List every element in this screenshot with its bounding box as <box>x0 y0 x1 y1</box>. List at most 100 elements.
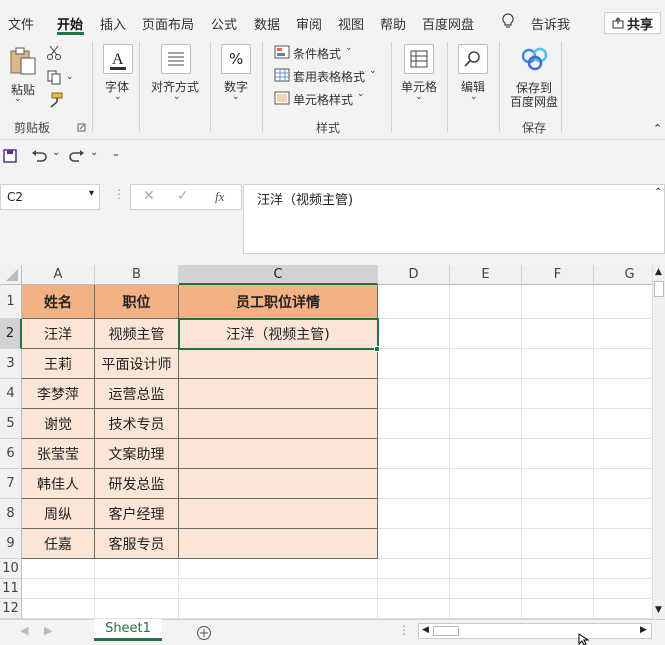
name-box[interactable]: C2 ▾ <box>0 184 100 210</box>
cell-b6[interactable]: 文案助理 <box>95 439 179 469</box>
cell-b7[interactable]: 研发总监 <box>95 469 179 499</box>
empty-cell[interactable] <box>95 599 179 619</box>
collapse-ribbon-icon[interactable]: ⌃ <box>653 122 662 135</box>
empty-cell[interactable] <box>378 499 450 529</box>
tab-split-grip-icon[interactable]: ⋮ <box>398 623 410 637</box>
empty-cell[interactable] <box>450 285 522 319</box>
cell-c5[interactable] <box>179 409 378 439</box>
empty-cell[interactable] <box>378 319 450 349</box>
menu-data[interactable]: 数据 <box>254 14 280 33</box>
column-header-b[interactable]: B <box>95 265 179 285</box>
formula-collapse-icon[interactable]: ⌃ <box>654 187 662 198</box>
empty-cell[interactable] <box>22 599 95 619</box>
row-header-4[interactable]: 4 <box>0 379 22 409</box>
cells-dropdown-icon[interactable]: ⌄ <box>415 92 423 102</box>
column-header-e[interactable]: E <box>450 265 522 285</box>
cell-c2[interactable]: 汪洋（视频主管) <box>179 319 378 349</box>
column-header-f[interactable]: F <box>522 265 594 285</box>
empty-cell[interactable] <box>179 559 378 579</box>
empty-cell[interactable] <box>450 499 522 529</box>
empty-cell[interactable] <box>522 559 594 579</box>
empty-cell[interactable] <box>522 499 594 529</box>
empty-cell[interactable] <box>450 349 522 379</box>
share-button[interactable]: 共享 <box>604 12 661 34</box>
row-header-8[interactable]: 8 <box>0 499 22 529</box>
empty-cell[interactable] <box>378 379 450 409</box>
empty-cell[interactable] <box>594 559 652 579</box>
menu-page-layout[interactable]: 页面布局 <box>142 14 194 33</box>
empty-cell[interactable] <box>450 469 522 499</box>
empty-cell[interactable] <box>22 579 95 599</box>
font-button[interactable]: A <box>103 44 133 74</box>
copy-dropdown-icon[interactable]: ⌄ <box>66 72 74 82</box>
save-to-label-line2[interactable]: 百度网盘 <box>510 93 558 110</box>
enter-icon[interactable]: ✓ <box>177 188 189 204</box>
empty-cell[interactable] <box>522 319 594 349</box>
tell-me-search[interactable]: 告诉我 <box>531 14 570 33</box>
cell-c3[interactable] <box>179 349 378 379</box>
scroll-down-icon[interactable]: ▼ <box>655 605 662 615</box>
conditional-format-label[interactable]: 条件格式 <box>293 45 341 62</box>
horizontal-scroll-thumb[interactable] <box>433 626 459 636</box>
empty-cell[interactable] <box>378 285 450 319</box>
empty-cell[interactable] <box>522 579 594 599</box>
customize-qat-icon[interactable]: ₌ <box>113 147 119 160</box>
row-header-1[interactable]: 1 <box>0 285 22 319</box>
empty-cell[interactable] <box>594 529 652 559</box>
row-header-9[interactable]: 9 <box>0 529 22 559</box>
row-header-7[interactable]: 7 <box>0 469 22 499</box>
lightbulb-icon[interactable] <box>501 13 515 29</box>
cell-a6[interactable]: 张莹莹 <box>22 439 95 469</box>
cell-a9[interactable]: 任嘉 <box>22 529 95 559</box>
formula-input[interactable]: 汪洋（视频主管) <box>243 184 665 254</box>
cell-c4[interactable] <box>179 379 378 409</box>
edit-dropdown-icon[interactable]: ⌄ <box>470 92 478 102</box>
empty-cell[interactable] <box>522 379 594 409</box>
insert-function-icon[interactable]: fx <box>215 189 224 205</box>
undo-icon[interactable] <box>31 149 47 163</box>
copy-icon[interactable] <box>46 69 62 85</box>
cell-b4[interactable]: 运营总监 <box>95 379 179 409</box>
cells-button[interactable] <box>404 44 434 74</box>
empty-cell[interactable] <box>594 469 652 499</box>
empty-cell[interactable] <box>594 285 652 319</box>
add-sheet-icon[interactable] <box>196 625 212 641</box>
menu-help[interactable]: 帮助 <box>380 14 406 33</box>
empty-cell[interactable] <box>450 559 522 579</box>
number-dropdown-icon[interactable]: ⌄ <box>232 92 240 102</box>
empty-cell[interactable] <box>594 499 652 529</box>
cell-a7[interactable]: 韩佳人 <box>22 469 95 499</box>
empty-cell[interactable] <box>594 599 652 619</box>
format-painter-icon[interactable] <box>46 92 64 108</box>
empty-cell[interactable] <box>594 379 652 409</box>
table-format-dropdown-icon[interactable]: ⌄ <box>369 66 377 76</box>
column-header-d[interactable]: D <box>378 265 450 285</box>
cell-c9[interactable] <box>179 529 378 559</box>
table-format-label[interactable]: 套用表格格式 <box>293 68 365 85</box>
empty-cell[interactable] <box>378 469 450 499</box>
conditional-format-dropdown-icon[interactable]: ⌄ <box>345 43 353 53</box>
align-dropdown-icon[interactable]: ⌄ <box>173 92 181 102</box>
empty-cell[interactable] <box>378 529 450 559</box>
empty-cell[interactable] <box>179 579 378 599</box>
empty-cell[interactable] <box>522 469 594 499</box>
empty-cell[interactable] <box>522 599 594 619</box>
cell-styles-label[interactable]: 单元格样式 <box>293 91 353 108</box>
align-button[interactable] <box>161 44 191 74</box>
cell-b9[interactable]: 客服专员 <box>95 529 179 559</box>
cell-a8[interactable]: 周纵 <box>22 499 95 529</box>
cell-a5[interactable]: 谢觉 <box>22 409 95 439</box>
cell-b3[interactable]: 平面设计师 <box>95 349 179 379</box>
empty-cell[interactable] <box>378 599 450 619</box>
empty-cell[interactable] <box>594 409 652 439</box>
empty-cell[interactable] <box>594 439 652 469</box>
empty-cell[interactable] <box>450 599 522 619</box>
table-format-icon[interactable] <box>274 68 290 82</box>
paste-dropdown-icon[interactable]: ⌄ <box>14 94 22 104</box>
scroll-right-icon[interactable]: ▶ <box>640 625 647 635</box>
menu-review[interactable]: 审阅 <box>296 14 322 33</box>
row-header-12[interactable]: 12 <box>0 599 22 619</box>
cell-b5[interactable]: 技术专员 <box>95 409 179 439</box>
row-header-2[interactable]: 2 <box>0 319 22 349</box>
cell-a2[interactable]: 汪洋 <box>22 319 95 349</box>
